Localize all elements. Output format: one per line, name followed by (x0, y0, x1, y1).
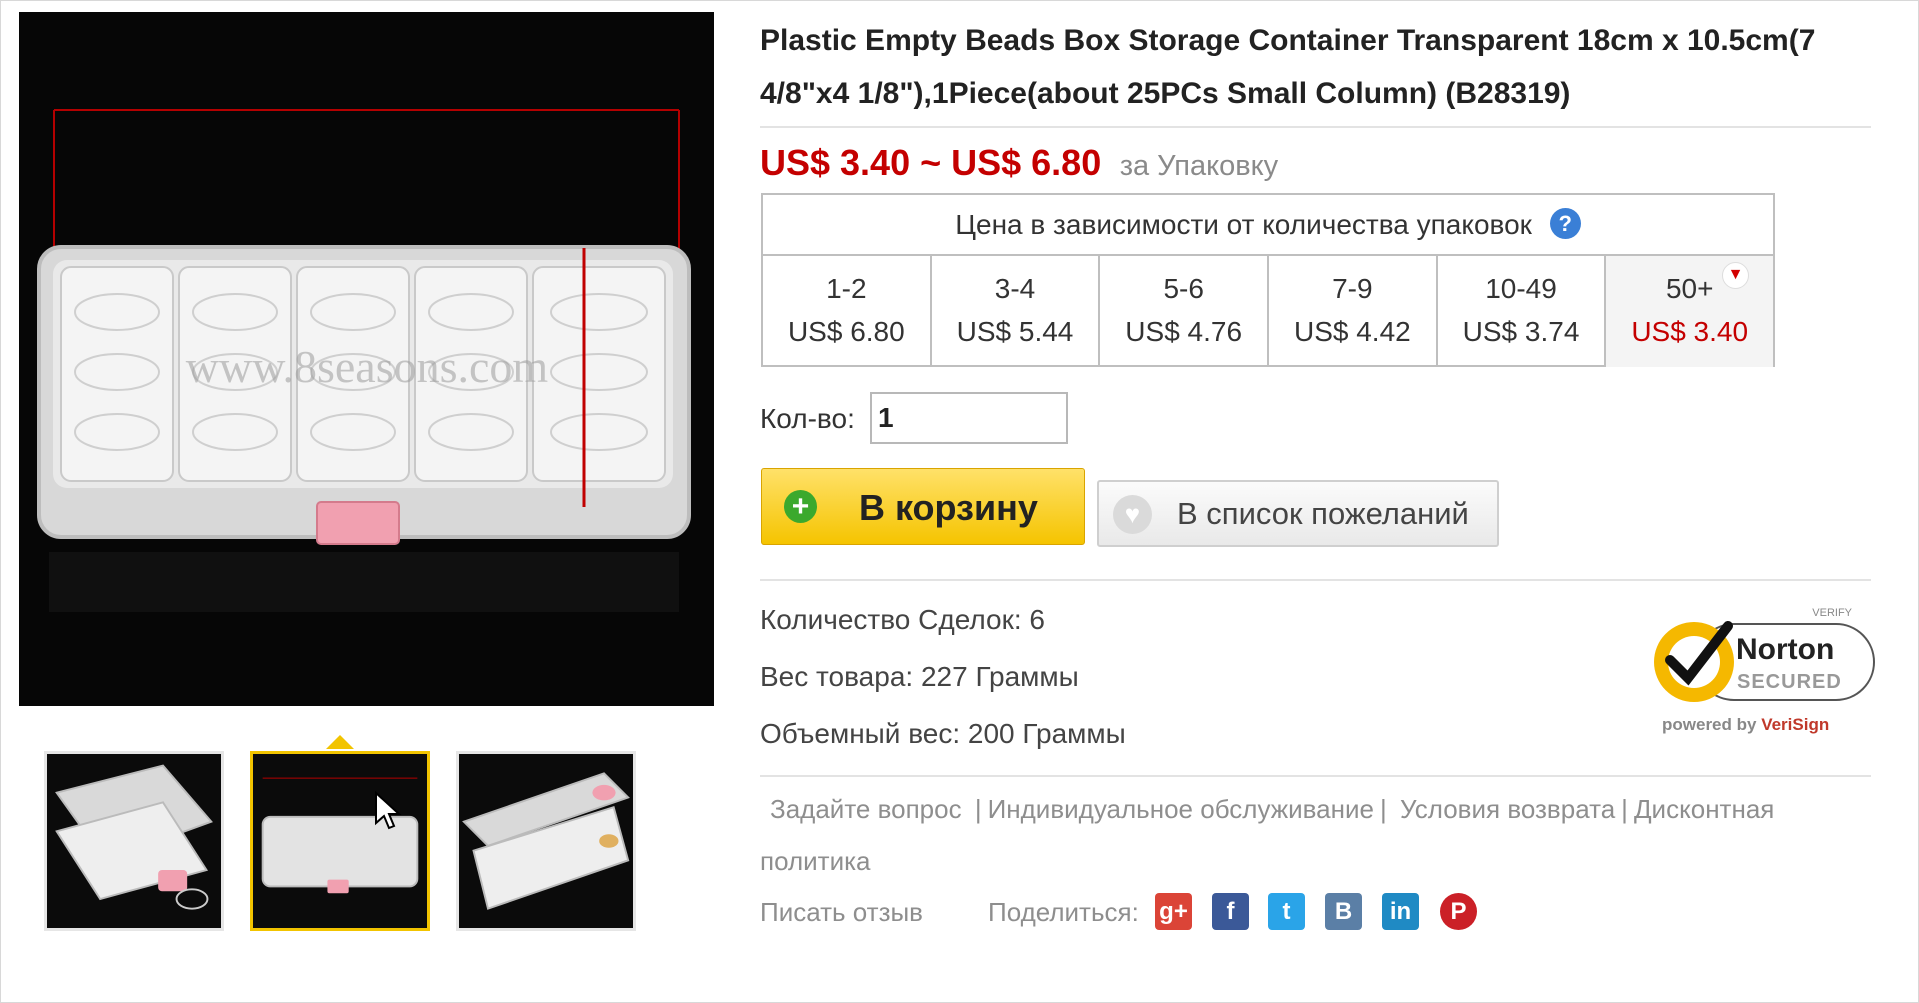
heart-icon: ♥ (1113, 495, 1152, 534)
tier-cell: 10-49 US$ 3.74 (1438, 256, 1607, 367)
price-unit: за Упаковку (1119, 150, 1279, 182)
thumbnail-1[interactable] (44, 751, 224, 931)
quantity-label: Кол-во: (760, 403, 855, 434)
tier-price: US$ 4.76 (1125, 316, 1243, 347)
svg-text:VERIFY: VERIFY (1812, 607, 1852, 619)
help-icon[interactable]: ? (1549, 208, 1581, 240)
tier-qty: 5-6 (1163, 273, 1204, 304)
add-to-wishlist-label: В список пожеланий (1177, 496, 1469, 531)
twitter-icon[interactable]: t (1268, 893, 1305, 930)
thumbnail-3[interactable] (456, 751, 636, 931)
tier-qty: 50+ (1606, 256, 1773, 312)
price-down-icon: ▼ (1722, 262, 1750, 289)
volume-weight: Объемный вес: 200 Граммы (760, 718, 1126, 749)
tier-price: US$ 3.74 (1462, 316, 1580, 347)
info-links: Задайте вопрос | Индивидуальное обслужива… (760, 794, 1775, 876)
tier-price: US$ 3.40 (1631, 316, 1749, 347)
svg-text:powered by VeriSign: powered by VeriSign (1662, 715, 1829, 734)
watermark-text: www.8seasons.com (186, 341, 549, 392)
add-to-cart-label: В корзину (859, 487, 1038, 528)
tier-qty: 1-2 (826, 273, 867, 304)
thumbnail-strip (44, 735, 644, 939)
vk-icon[interactable]: B (1325, 893, 1362, 930)
price-tier-table: Цена в зависимости от количества упаково… (761, 193, 1775, 367)
tier-price: US$ 5.44 (956, 316, 1074, 347)
selected-thumb-arrow (326, 735, 354, 749)
tier-price: US$ 4.42 (1293, 316, 1411, 347)
tier-cell-best: 50+ ▼ US$ 3.40 (1606, 256, 1774, 367)
tier-cell: 7-9 US$ 4.42 (1269, 256, 1438, 367)
svg-text:SECURED: SECURED (1737, 671, 1842, 693)
pinterest-icon[interactable]: P (1440, 893, 1477, 930)
product-main-image[interactable]: www.8seasons.com (19, 12, 714, 706)
tier-table-header: Цена в зависимости от количества упаково… (763, 195, 1773, 256)
return-policy-link[interactable]: Условия возврата (1400, 794, 1615, 824)
share-label: Поделиться: (988, 897, 1139, 927)
price-row: US$ 3.40 ~ US$ 6.80 за Упаковку (760, 142, 1279, 183)
tier-qty-label: 50+ (1665, 273, 1714, 304)
tier-qty: 3-4 (994, 273, 1036, 304)
mouse-cursor-icon (375, 791, 402, 830)
tier-cell: 1-2 US$ 6.80 (763, 256, 932, 367)
write-review-link[interactable]: Писать отзыв (760, 897, 923, 927)
product-weight: Вес товара: 227 Граммы (760, 661, 1079, 692)
personal-service-link[interactable]: Индивидуальное обслуживание (988, 794, 1374, 824)
add-to-wishlist-button[interactable]: ♥ В список пожеланий (1097, 480, 1499, 547)
divider (760, 775, 1871, 777)
tier-price: US$ 6.80 (787, 316, 905, 347)
tier-header-label: Цена в зависимости от количества упаково… (955, 209, 1532, 240)
share-row: Писать отзыв Поделиться: (760, 890, 1139, 935)
tier-qty: 10-49 (1485, 273, 1557, 304)
add-to-cart-button[interactable]: + В корзину (761, 468, 1085, 545)
ask-question-link[interactable]: Задайте вопрос (770, 794, 962, 824)
tier-cells: 1-2 US$ 6.80 3-4 US$ 5.44 5-6 US$ 4.76 7… (763, 256, 1774, 367)
plus-icon: + (784, 490, 817, 523)
facebook-icon[interactable]: f (1212, 893, 1249, 930)
linkedin-icon[interactable]: in (1382, 893, 1419, 930)
tier-cell: 5-6 US$ 4.76 (1100, 256, 1270, 367)
divider (760, 579, 1871, 581)
price-range: US$ 3.40 ~ US$ 6.80 (760, 142, 1102, 183)
tier-cell: 3-4 US$ 5.44 (932, 256, 1101, 367)
tier-qty: 7-9 (1332, 273, 1373, 304)
heart-glyph: ♥ (1124, 499, 1141, 529)
thumbnail-2-selected[interactable] (250, 751, 430, 931)
quantity-row: Кол-во: (760, 392, 1068, 446)
quantity-input[interactable] (870, 392, 1068, 444)
svg-text:Norton: Norton (1736, 633, 1834, 666)
norton-secured-seal[interactable]: VERIFY Norton SECURED powered by VeriSig… (1642, 602, 1882, 742)
product-title: Plastic Empty Beads Box Storage Containe… (760, 24, 1816, 110)
divider (760, 126, 1871, 128)
googleplus-icon[interactable]: g+ (1155, 893, 1192, 930)
deals-count: Количество Сделок: 6 (760, 604, 1045, 635)
